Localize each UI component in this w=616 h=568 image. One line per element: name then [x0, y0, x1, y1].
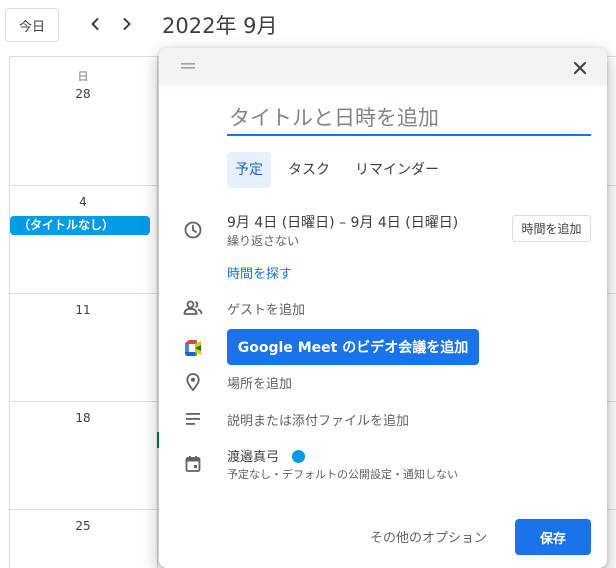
date-range[interactable]: 9月 4日 (日曜日) – 9月 4日 (日曜日): [227, 212, 458, 232]
event-quick-create-dialog: 予定 タスク リマインダー 9月 4日 (日曜日) – 9月 4日 (日曜日) …: [159, 48, 607, 568]
dialog-drag-bar[interactable]: [159, 48, 607, 86]
grid-line: [157, 56, 158, 568]
add-guests-field[interactable]: ゲストを追加: [227, 299, 305, 318]
add-google-meet-button[interactable]: Google Meet のビデオ会議を追加: [227, 329, 479, 365]
add-description-field[interactable]: 説明または添付ファイルを追加: [227, 410, 409, 429]
event-title-input[interactable]: [227, 102, 591, 136]
tab-reminder[interactable]: リマインダー: [349, 152, 445, 188]
calendar-settings-summary[interactable]: 予定なし・デフォルトの公開設定・通知しない: [227, 466, 458, 482]
close-button[interactable]: [568, 56, 592, 80]
location-pin-icon: [186, 373, 200, 392]
find-time-link[interactable]: 時間を探す: [227, 263, 292, 282]
clock-icon: [184, 221, 202, 239]
calendar-icon: [185, 456, 201, 472]
day-number[interactable]: 11: [9, 303, 157, 317]
previous-month-button[interactable]: [84, 13, 106, 35]
more-options-button[interactable]: その他のオプション: [370, 527, 487, 546]
chevron-right-icon: [123, 18, 131, 30]
next-month-button[interactable]: [116, 13, 138, 35]
event-chip-untitled[interactable]: （タイトルなし）: [10, 216, 150, 235]
people-icon: [183, 300, 203, 315]
day-number[interactable]: 18: [9, 411, 157, 425]
day-number[interactable]: 25: [9, 519, 157, 533]
calendar-app: 今日 2022年 9月 日 28 4 11 18 25 （タイトルなし） 予: [0, 0, 616, 568]
day-number[interactable]: 28: [9, 87, 157, 101]
tab-task[interactable]: タスク: [283, 152, 335, 188]
calendar-color-dot: [292, 450, 305, 463]
close-icon: [574, 62, 586, 74]
description-icon: [186, 413, 200, 425]
google-meet-icon: [185, 340, 201, 356]
add-time-button[interactable]: 時間を追加: [512, 215, 591, 242]
save-button[interactable]: 保存: [515, 519, 591, 555]
weekday-header-sunday: 日: [77, 70, 89, 83]
add-location-field[interactable]: 場所を追加: [227, 373, 292, 392]
repeat-setting[interactable]: 繰り返さない: [227, 232, 299, 249]
chevron-left-icon: [91, 18, 99, 30]
today-button[interactable]: 今日: [5, 8, 59, 42]
drag-handle-icon: [181, 63, 195, 69]
calendar-owner-name[interactable]: 渡邉真弓: [227, 446, 279, 465]
tab-event[interactable]: 予定: [227, 152, 271, 188]
month-title: 2022年 9月: [162, 14, 278, 38]
day-number[interactable]: 4: [9, 195, 157, 209]
